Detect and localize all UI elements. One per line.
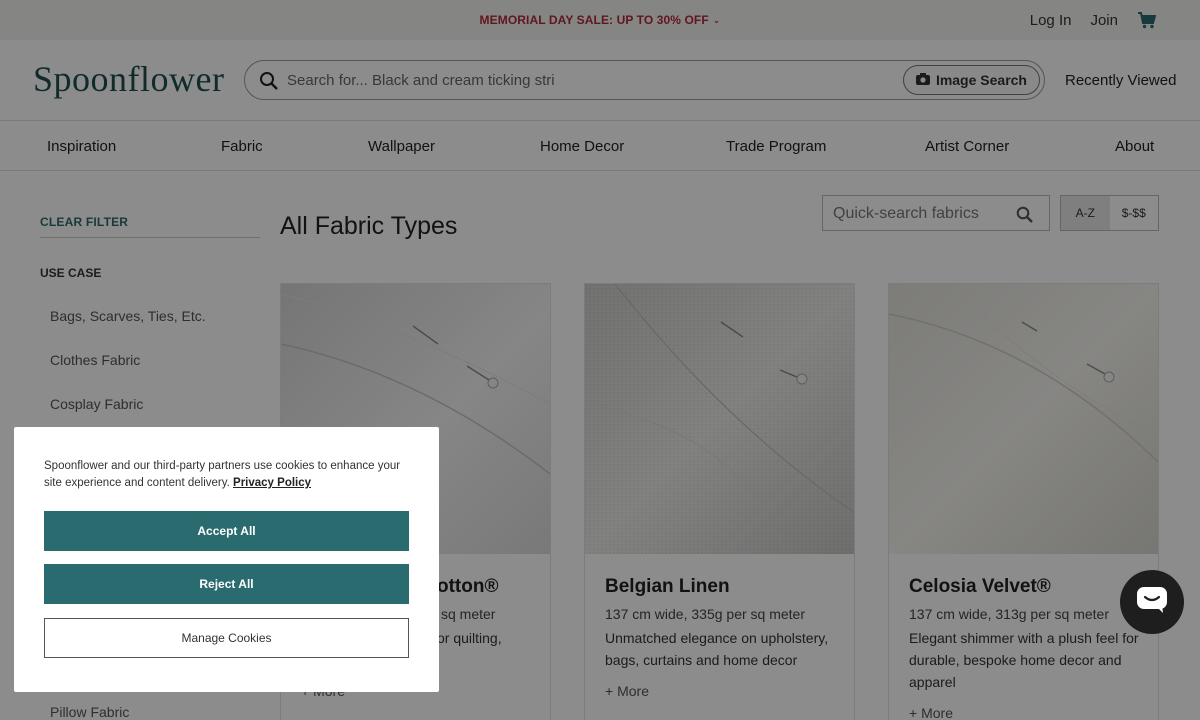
reject-all-button[interactable]: Reject All [44, 564, 409, 604]
accept-all-button[interactable]: Accept All [44, 511, 409, 551]
chat-icon [1137, 586, 1167, 618]
cookie-text: Spoonflower and our third-party partners… [44, 460, 401, 489]
chat-button[interactable] [1120, 570, 1184, 634]
cookie-message: Spoonflower and our third-party partners… [44, 458, 414, 492]
cookie-banner: Spoonflower and our third-party partners… [14, 427, 439, 692]
privacy-policy-link[interactable]: Privacy Policy [233, 477, 311, 489]
manage-cookies-button[interactable]: Manage Cookies [44, 618, 409, 658]
